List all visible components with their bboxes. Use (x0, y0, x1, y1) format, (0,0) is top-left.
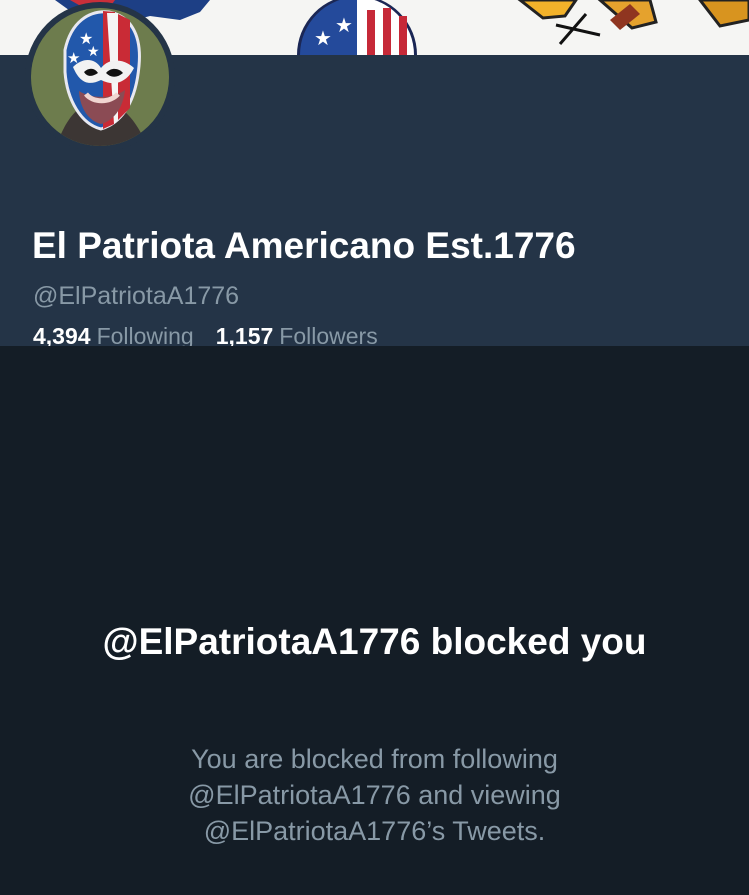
avatar-image: ★ ★ ★ (31, 8, 169, 146)
blocked-message: You are blocked from following @ElPatrio… (188, 744, 561, 846)
profile-display-name: El Patriota Americano Est.1776 (32, 225, 576, 266)
profile-avatar[interactable]: ★ ★ ★ (25, 2, 175, 152)
svg-text:★: ★ (335, 15, 353, 37)
svg-text:★: ★ (314, 28, 332, 50)
svg-text:★: ★ (87, 43, 100, 59)
profile-handle: @ElPatriotaA1776 (33, 282, 240, 310)
profile-page: ★ ★ El Patriota Americano Est.1776 @ElPa… (0, 0, 749, 895)
blocked-title: @ElPatriotaA1776 blocked you (102, 621, 647, 662)
svg-text:★: ★ (67, 50, 80, 67)
